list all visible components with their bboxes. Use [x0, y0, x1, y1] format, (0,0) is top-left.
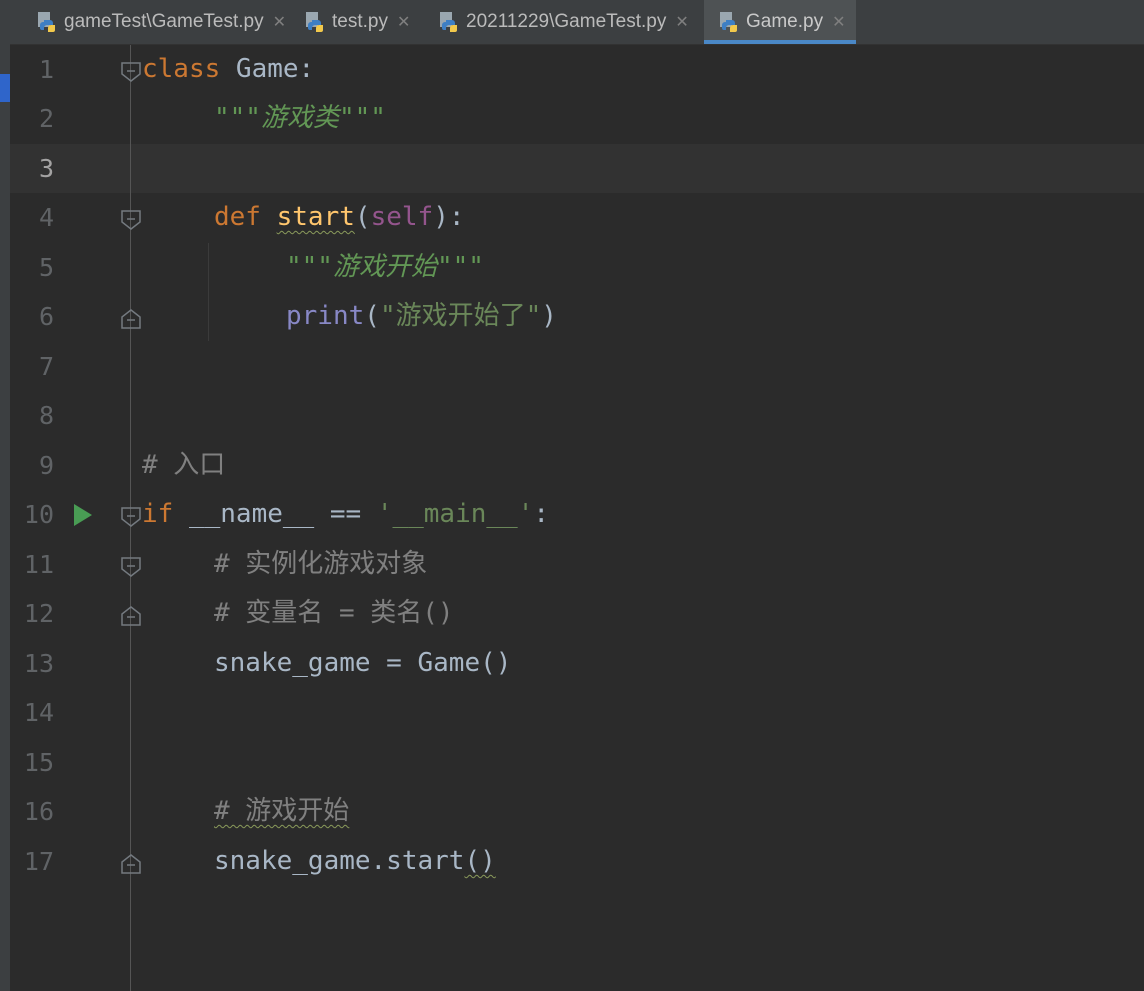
tab-game-py[interactable]: Game.py ✕	[704, 0, 856, 44]
code-line[interactable]: 10 if __name__ == '__main__':	[10, 490, 1144, 539]
code-line[interactable]: 17 snake_game.start()	[10, 837, 1144, 886]
close-tab-icon[interactable]: ✕	[397, 12, 410, 32]
fold-end-icon[interactable]	[120, 853, 142, 875]
code-line[interactable]: 11 # 实例化游戏对象	[10, 540, 1144, 589]
docstring: """游戏开始"""	[286, 252, 484, 282]
string-literal: "游戏开始了"	[379, 301, 542, 331]
comment: # 游戏开始	[214, 796, 350, 826]
line-number: 4	[38, 203, 54, 232]
self-param: self	[370, 202, 434, 232]
line-number: 6	[38, 302, 54, 331]
tab-gametest-gametest-py[interactable]: gameTest\GameTest.py ✕	[20, 0, 286, 44]
line-number: 2	[38, 104, 54, 133]
tab-label: test.py	[332, 11, 388, 32]
code-line[interactable]: 2 """游戏类"""	[10, 94, 1144, 143]
tab-label: gameTest\GameTest.py	[64, 11, 264, 32]
tool-window-marker[interactable]	[0, 74, 10, 102]
line-number: 14	[23, 698, 54, 727]
tab-test-py[interactable]: test.py ✕	[292, 0, 424, 44]
code-line[interactable]: 6 print("游戏开始了")	[10, 292, 1144, 341]
code-line[interactable]: 4 def start(self):	[10, 193, 1144, 242]
code-segment: __name__ ==	[173, 499, 377, 529]
class-decl: Game:	[220, 54, 315, 84]
line-number: 16	[23, 797, 54, 826]
docstring: """游戏类"""	[214, 103, 386, 133]
keyword: if	[142, 499, 174, 529]
code-text: def start(self):	[214, 200, 465, 234]
function-name: start	[276, 202, 355, 232]
python-file-icon	[720, 12, 737, 32]
line-number: 3	[38, 154, 54, 183]
code-line[interactable]: 5 """游戏开始"""	[10, 243, 1144, 292]
code-line[interactable]: 12 # 变量名 = 类名()	[10, 589, 1144, 638]
python-file-icon	[440, 12, 457, 32]
code-segment: :	[533, 499, 550, 529]
line-number: 15	[23, 748, 54, 777]
paren: ):	[433, 202, 465, 232]
line-number: 1	[38, 55, 54, 84]
comment: # 实例化游戏对象	[214, 549, 428, 579]
code-line[interactable]: 16 # 游戏开始	[10, 787, 1144, 836]
code-line[interactable]: 13 snake_game = Game()	[10, 639, 1144, 688]
string-literal: '__main__'	[376, 499, 534, 529]
code-line[interactable]: 15	[10, 738, 1144, 787]
python-file-icon	[306, 12, 323, 32]
fold-end-icon[interactable]	[120, 308, 142, 330]
python-file-icon	[38, 12, 55, 32]
editor-tab-bar: gameTest\GameTest.py ✕ test.py ✕ 2021122…	[10, 0, 1144, 45]
code-line[interactable]: 3	[10, 144, 1144, 193]
comment: # 变量名 = 类名()	[214, 598, 454, 628]
code-line[interactable]: 7	[10, 342, 1144, 391]
paren: )	[541, 301, 557, 331]
fold-open-icon[interactable]	[120, 61, 142, 83]
line-number: 12	[23, 599, 54, 628]
code-text: snake_game.start()	[214, 844, 496, 878]
line-number: 11	[23, 550, 54, 579]
paren: (	[354, 202, 371, 232]
close-tab-icon[interactable]: ✕	[832, 12, 845, 32]
fold-open-icon[interactable]	[120, 209, 142, 231]
line-number: 7	[38, 352, 54, 381]
tab-label: Game.py	[746, 11, 824, 32]
line-number: 13	[23, 649, 54, 678]
line-number: 10	[23, 500, 54, 529]
fold-end-icon[interactable]	[120, 605, 142, 627]
run-icon[interactable]	[72, 502, 94, 528]
line-number: 9	[38, 451, 54, 480]
code-text: print("游戏开始了")	[286, 299, 557, 333]
call-parens: ()	[464, 846, 496, 876]
line-number: 17	[23, 847, 54, 876]
comment: # 入口	[142, 450, 226, 480]
line-number: 5	[38, 253, 54, 282]
close-tab-icon[interactable]: ✕	[675, 12, 688, 32]
paren: (	[364, 301, 380, 331]
tool-window-strip	[0, 0, 10, 991]
close-tab-icon[interactable]: ✕	[273, 12, 286, 32]
code-line[interactable]: 8	[10, 391, 1144, 440]
code-text: if __name__ == '__main__':	[142, 497, 549, 531]
line-number: 8	[38, 401, 54, 430]
code-line[interactable]: 9 # 入口	[10, 441, 1144, 490]
keyword: def	[214, 202, 261, 232]
tab-20211229-gametest-py[interactable]: 20211229\GameTest.py ✕	[428, 0, 706, 44]
code-line[interactable]: 14	[10, 688, 1144, 737]
tab-label: 20211229\GameTest.py	[466, 11, 667, 32]
keyword: class	[142, 54, 221, 84]
code-text: class Game:	[142, 52, 314, 86]
code-line[interactable]: 1 class Game:	[10, 45, 1144, 94]
code-segment: snake_game.start	[214, 846, 465, 876]
builtin-function: print	[286, 301, 365, 331]
code-editor[interactable]: 1 class Game: 2 """游戏类""" 3 4 def start(…	[10, 45, 1144, 991]
code-text: snake_game = Game()	[214, 648, 512, 678]
fold-open-icon[interactable]	[120, 506, 142, 528]
fold-open-icon[interactable]	[120, 556, 142, 578]
